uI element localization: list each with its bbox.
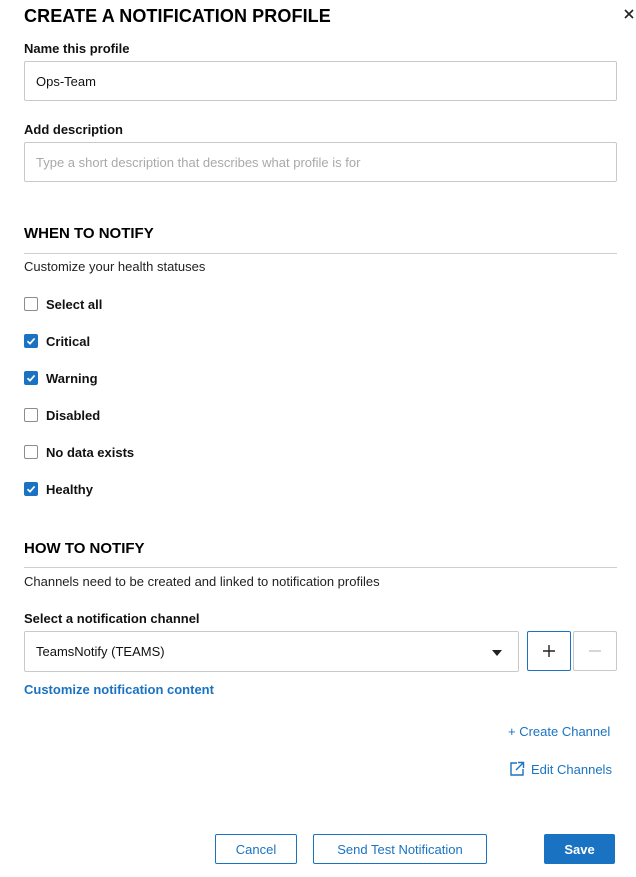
how-subtitle: Channels need to be created and linked t… — [24, 574, 380, 589]
checkbox-box[interactable] — [24, 334, 38, 348]
checkbox-box[interactable] — [24, 408, 38, 422]
remove-channel-button[interactable] — [573, 631, 617, 671]
how-to-notify-title: HOW TO NOTIFY — [24, 540, 145, 557]
external-link-icon — [510, 761, 525, 776]
checkbox-box[interactable] — [24, 297, 38, 311]
checkbox-healthy[interactable]: Healthy — [24, 481, 93, 497]
checkbox-critical[interactable]: Critical — [24, 333, 90, 349]
checkbox-label: Healthy — [46, 481, 93, 497]
channel-select-value: TeamsNotify (TEAMS) — [36, 644, 165, 659]
checkbox-label: Critical — [46, 333, 91, 349]
customize-content-link[interactable]: Customize notification content — [24, 682, 214, 697]
edit-channels-label: Edit Channels — [531, 761, 612, 777]
cancel-button[interactable]: Cancel — [215, 834, 297, 864]
send-test-notification-button[interactable]: Send Test Notification — [313, 834, 487, 864]
checkmark-icon — [26, 374, 36, 382]
save-button[interactable]: Save — [544, 834, 615, 864]
add-channel-button[interactable] — [527, 631, 571, 671]
profile-name-input[interactable] — [24, 61, 617, 101]
edit-channels-link[interactable]: Edit Channels — [509, 761, 612, 777]
checkbox-warning[interactable]: Warning — [24, 370, 98, 386]
checkmark-icon — [26, 485, 36, 493]
description-input[interactable] — [24, 142, 617, 182]
when-to-notify-title: WHEN TO NOTIFY — [24, 225, 154, 242]
channel-label: Select a notification channel — [24, 611, 200, 626]
checkbox-label: Select all — [46, 296, 103, 312]
minus-icon — [589, 650, 601, 652]
checkbox-select-all[interactable]: Select all — [24, 296, 102, 312]
name-label: Name this profile — [24, 41, 130, 56]
caret-down-icon — [492, 650, 502, 656]
channel-select[interactable]: TeamsNotify (TEAMS) — [24, 631, 519, 672]
plus-icon — [543, 645, 555, 657]
checkbox-box[interactable] — [24, 482, 38, 496]
checkbox-no-data-exists[interactable]: No data exists — [24, 444, 134, 460]
checkbox-label: No data exists — [46, 444, 135, 460]
checkbox-label: Warning — [46, 370, 98, 386]
checkbox-label: Disabled — [46, 407, 101, 423]
divider — [24, 567, 617, 568]
close-icon[interactable] — [622, 5, 636, 23]
checkmark-icon — [26, 337, 36, 345]
checkbox-box[interactable] — [24, 371, 38, 385]
checkbox-box[interactable] — [24, 445, 38, 459]
dialog-title: CREATE A NOTIFICATION PROFILE — [24, 6, 331, 26]
divider — [24, 253, 617, 254]
checkbox-disabled[interactable]: Disabled — [24, 407, 100, 423]
create-channel-link[interactable]: + Create Channel — [508, 724, 610, 739]
when-subtitle: Customize your health statuses — [24, 259, 206, 274]
description-label: Add description — [24, 122, 123, 137]
